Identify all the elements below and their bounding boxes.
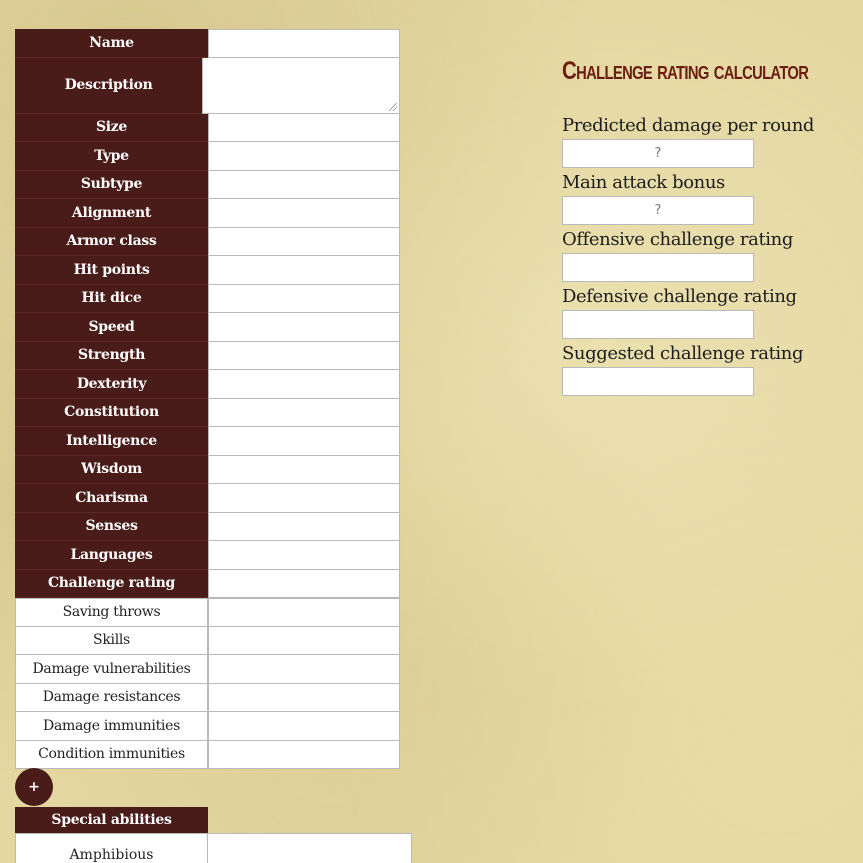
stat-label: Damage immunities bbox=[15, 712, 208, 741]
stat-label: Charisma bbox=[15, 484, 208, 513]
stat-label: Strength bbox=[15, 341, 208, 370]
stat-label: Skills bbox=[15, 626, 208, 655]
special-ability-label: Amphibious bbox=[15, 833, 208, 863]
stat-row-hit-points: Hit points bbox=[15, 256, 400, 285]
stat-row-condition-immunities: Condition immunities bbox=[15, 740, 400, 769]
saving-throws-input[interactable] bbox=[208, 598, 400, 627]
stat-row-speed: Speed bbox=[15, 313, 400, 342]
subtype-input[interactable] bbox=[208, 170, 400, 199]
stat-label: Speed bbox=[15, 313, 208, 342]
charisma-input[interactable] bbox=[208, 484, 400, 513]
description-textarea[interactable] bbox=[202, 57, 400, 114]
damage-immunities-input[interactable] bbox=[208, 712, 400, 741]
calculator-title: Challenge rating calculator bbox=[562, 57, 809, 85]
stat-label: Hit points bbox=[15, 256, 208, 285]
stat-label: Alignment bbox=[15, 199, 208, 228]
special-ability-textarea[interactable] bbox=[208, 833, 412, 863]
speed-input[interactable] bbox=[208, 313, 400, 342]
stat-row-strength: Strength bbox=[15, 341, 400, 370]
defensive-cr-label: Defensive challenge rating bbox=[562, 286, 797, 307]
stat-label: Subtype bbox=[15, 170, 208, 199]
stat-label: Description bbox=[15, 57, 203, 114]
stat-label: Damage vulnerabilities bbox=[15, 655, 208, 684]
stat-row-dexterity: Dexterity bbox=[15, 370, 400, 399]
stat-label: Dexterity bbox=[15, 370, 208, 399]
stat-row-damage-vulnerabilities: Damage vulnerabilities bbox=[15, 655, 400, 684]
damage-vulnerabilities-input[interactable] bbox=[208, 655, 400, 684]
wisdom-input[interactable] bbox=[208, 455, 400, 484]
stat-label: Languages bbox=[15, 541, 208, 570]
name-input[interactable] bbox=[208, 29, 400, 58]
stat-label: Damage resistances bbox=[15, 683, 208, 712]
predicted-damage-label: Predicted damage per round bbox=[562, 115, 815, 136]
constitution-input[interactable] bbox=[208, 398, 400, 427]
armor-class-input[interactable] bbox=[208, 227, 400, 256]
hit-dice-input[interactable] bbox=[208, 284, 400, 313]
stat-row-hit-dice: Hit dice bbox=[15, 284, 400, 313]
stat-label: Wisdom bbox=[15, 455, 208, 484]
skills-input[interactable] bbox=[208, 626, 400, 655]
stat-label: Saving throws bbox=[15, 598, 208, 627]
stat-label: Armor class bbox=[15, 227, 208, 256]
monster-stat-table: Name Description Size Type Subtype Align… bbox=[15, 29, 400, 769]
add-field-button[interactable]: + bbox=[15, 768, 53, 806]
stat-label: Condition immunities bbox=[15, 740, 208, 769]
suggested-cr-label: Suggested challenge rating bbox=[562, 343, 804, 364]
stat-row-name: Name bbox=[15, 29, 400, 58]
defensive-cr-output bbox=[562, 310, 754, 339]
stat-row-type: Type bbox=[15, 142, 400, 171]
main-attack-bonus-input[interactable]: ? bbox=[562, 196, 754, 225]
special-abilities-header: Special abilities bbox=[15, 807, 208, 833]
stat-row-damage-resistances: Damage resistances bbox=[15, 683, 400, 712]
size-input[interactable] bbox=[208, 113, 400, 142]
stat-label: Constitution bbox=[15, 398, 208, 427]
stat-row-saving-throws: Saving throws bbox=[15, 598, 400, 627]
strength-input[interactable] bbox=[208, 341, 400, 370]
stat-row-description: Description bbox=[15, 57, 400, 114]
stat-label: Intelligence bbox=[15, 427, 208, 456]
stat-row-subtype: Subtype bbox=[15, 170, 400, 199]
challenge-rating-input[interactable] bbox=[208, 569, 400, 598]
stat-row-skills: Skills bbox=[15, 626, 400, 655]
condition-immunities-input[interactable] bbox=[208, 740, 400, 769]
stat-label: Hit dice bbox=[15, 284, 208, 313]
stat-row-damage-immunities: Damage immunities bbox=[15, 712, 400, 741]
stat-row-languages: Languages bbox=[15, 541, 400, 570]
main-attack-bonus-label: Main attack bonus bbox=[562, 172, 725, 193]
offensive-cr-output bbox=[562, 253, 754, 282]
special-ability-row: Amphibious bbox=[15, 833, 412, 863]
stat-label: Size bbox=[15, 113, 208, 142]
offensive-cr-label: Offensive challenge rating bbox=[562, 229, 793, 250]
stat-label: Name bbox=[15, 29, 208, 58]
challenge-rating-calculator: Challenge rating calculator Predicted da… bbox=[562, 56, 852, 398]
stat-label: Type bbox=[15, 142, 208, 171]
stat-row-constitution: Constitution bbox=[15, 398, 400, 427]
suggested-cr-output bbox=[562, 367, 754, 396]
languages-input[interactable] bbox=[208, 541, 400, 570]
stat-row-intelligence: Intelligence bbox=[15, 427, 400, 456]
stat-row-alignment: Alignment bbox=[15, 199, 400, 228]
stat-row-charisma: Charisma bbox=[15, 484, 400, 513]
senses-input[interactable] bbox=[208, 512, 400, 541]
stat-row-armor-class: Armor class bbox=[15, 227, 400, 256]
stat-row-wisdom: Wisdom bbox=[15, 455, 400, 484]
stat-row-challenge-rating: Challenge rating bbox=[15, 569, 400, 598]
type-input[interactable] bbox=[208, 142, 400, 171]
stat-label: Challenge rating bbox=[15, 569, 208, 598]
alignment-input[interactable] bbox=[208, 199, 400, 228]
predicted-damage-input[interactable]: ? bbox=[562, 139, 754, 168]
intelligence-input[interactable] bbox=[208, 427, 400, 456]
stat-row-senses: Senses bbox=[15, 512, 400, 541]
damage-resistances-input[interactable] bbox=[208, 683, 400, 712]
hit-points-input[interactable] bbox=[208, 256, 400, 285]
resize-grip-icon[interactable] bbox=[389, 102, 397, 111]
dexterity-input[interactable] bbox=[208, 370, 400, 399]
stat-label: Senses bbox=[15, 512, 208, 541]
stat-row-size: Size bbox=[15, 113, 400, 142]
